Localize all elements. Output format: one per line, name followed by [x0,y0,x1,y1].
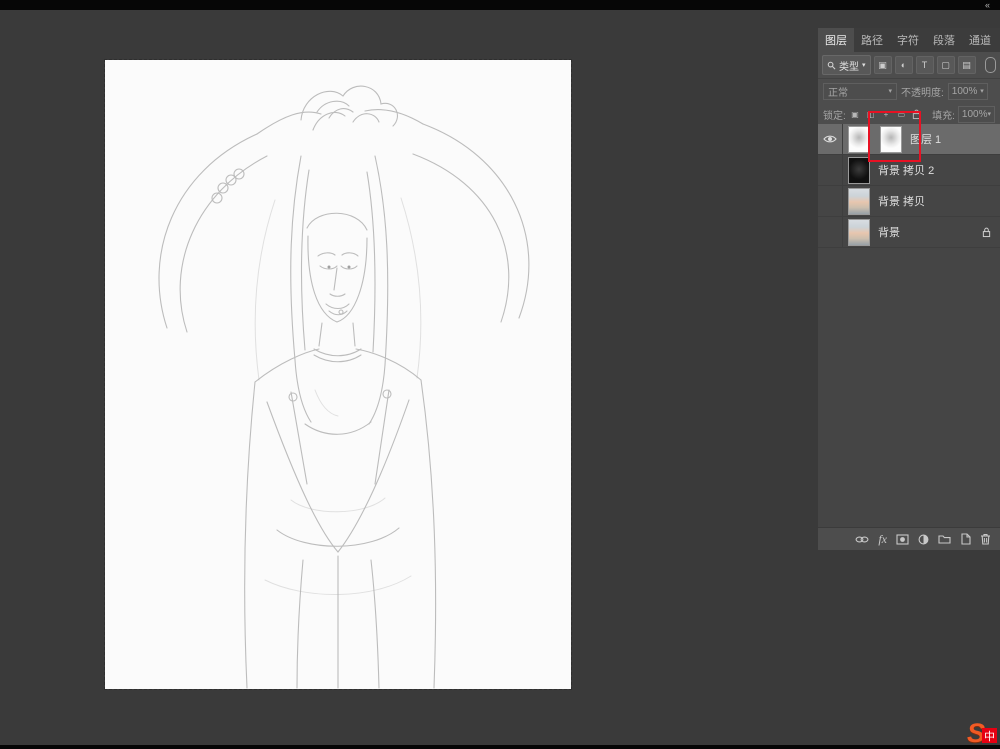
chevron-down-icon: ▾ [980,87,984,95]
chevron-down-icon: ▾ [862,61,866,69]
filter-type-layers-icon[interactable]: T [916,56,934,74]
eye-icon [823,134,837,144]
opacity-value: 100% [952,86,978,97]
fill-label: 填充: [932,107,955,122]
blend-mode-value: 正常 [828,84,848,99]
layer-thumbnail[interactable] [848,126,870,153]
site-watermark: S 中 [967,722,997,744]
filter-toggle-switch[interactable] [985,57,996,73]
chevron-down-icon: ▾ [987,110,991,118]
layer-filter-row: 类型 ▾ ▣ ◐ T ▢ ▤ [818,52,1000,79]
filter-adjustment-layers-icon[interactable]: ◐ [895,56,913,74]
tab-character[interactable]: 字符 [890,28,926,52]
tab-paragraph-label: 段落 [933,32,955,48]
pencil-sketch-artwork [105,60,571,689]
tab-character-label: 字符 [897,32,919,48]
tab-paths[interactable]: 路径 [854,28,890,52]
tab-layers-label: 图层 [825,32,847,48]
panel-tab-bar: 图层 路径 字符 段落 通道 ≡ [818,28,1000,52]
blend-mode-dropdown[interactable]: 正常 ▾ [823,83,897,100]
tab-channels[interactable]: 通道 [962,28,998,52]
fill-value: 100% [962,109,988,120]
layer-row-background[interactable]: 背景 [818,217,1000,248]
new-group-folder-icon[interactable] [938,534,951,544]
filter-kind-label: 类型 [839,58,859,73]
layer-row-background-copy[interactable]: 背景 拷贝 [818,186,1000,217]
layer-thumbnail[interactable] [848,157,870,184]
panel-collapse-icon[interactable]: « [985,0,990,10]
add-layer-mask-icon[interactable] [896,534,909,545]
layers-panel-footer: fx [818,527,1000,550]
layer-list: 图层 1 背景 拷贝 2 背景 拷贝 背景 [818,124,1000,528]
layer-style-fx-icon[interactable]: fx [878,532,887,547]
visibility-toggle[interactable] [818,155,843,185]
tab-channels-label: 通道 [969,32,991,48]
document-canvas[interactable] [105,60,571,689]
filter-smart-object-icon[interactable]: ▤ [958,56,976,74]
search-icon [827,61,836,70]
opacity-label: 不透明度: [901,84,944,99]
link-layers-icon[interactable] [855,535,869,544]
delete-layer-trash-icon[interactable] [980,533,991,545]
opacity-value-box[interactable]: 100% ▾ [948,83,988,100]
fill-value-box[interactable]: 100% ▾ [958,106,995,123]
filter-shape-layers-icon[interactable]: ▢ [937,56,955,74]
filter-kind-dropdown[interactable]: 类型 ▾ [822,55,871,75]
layer-name: 背景 拷贝 [878,193,925,209]
layer-name: 背景 拷贝 2 [878,162,934,178]
tab-layers[interactable]: 图层 [818,28,854,52]
new-adjustment-layer-icon[interactable] [918,534,929,545]
chevron-down-icon: ▾ [888,87,892,95]
watermark-zh-badge: 中 [982,728,997,743]
lock-label: 锁定: [823,107,846,122]
photoshop-workspace: { "topbar": { "collapse_icon": "«" }, "p… [0,0,1000,749]
blend-mode-row: 正常 ▾ 不透明度: 100% ▾ [818,79,1000,103]
tab-paths-label: 路径 [861,32,883,48]
tab-paragraph[interactable]: 段落 [926,28,962,52]
visibility-toggle[interactable] [818,186,843,216]
bottom-black-bar [0,745,1000,749]
top-menu-bar: « [0,0,1000,10]
filter-pixel-layers-icon[interactable]: ▣ [874,56,892,74]
layer-thumbnail[interactable] [848,219,870,246]
annotation-highlight-box [868,111,921,162]
layers-panel: 图层 路径 字符 段落 通道 ≡ 类型 ▾ ▣ ◐ T ▢ ▤ 正常 ▾ 不透明… [818,28,1000,550]
new-layer-icon[interactable] [960,533,971,545]
lock-transparency-icon[interactable]: ▣ [849,108,861,121]
background-lock-icon [982,227,991,238]
visibility-toggle[interactable] [818,217,843,247]
layer-name: 背景 [878,224,900,240]
visibility-toggle[interactable] [818,124,843,154]
layer-thumbnail[interactable] [848,188,870,215]
